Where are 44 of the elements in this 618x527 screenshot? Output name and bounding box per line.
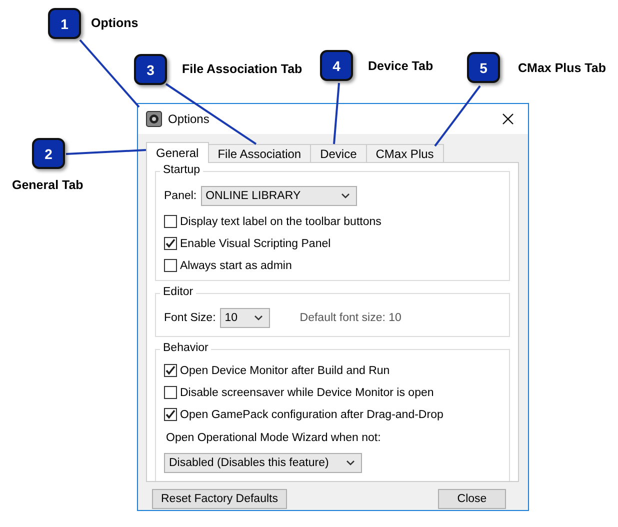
leader-line — [333, 82, 340, 144]
field-label: Open Operational Mode Wizard when not: — [166, 432, 381, 444]
callout-label: CMax Plus Tab — [518, 61, 606, 75]
checkbox-label: Enable Visual Scripting Panel — [180, 238, 331, 250]
dialog-button[interactable]: Reset Factory Defaults — [152, 489, 287, 509]
checkbox-label: Disable screensaver while Device Monitor is open — [180, 386, 434, 398]
field-label: Font Size: — [164, 312, 216, 324]
leader-line — [79, 39, 140, 108]
tab[interactable]: General — [146, 142, 209, 163]
dropdown[interactable]: Disabled (Disables this feature) — [164, 453, 362, 473]
caret-icon — [340, 193, 350, 199]
checkbox[interactable] — [164, 237, 177, 250]
callout-label: General Tab — [12, 178, 84, 192]
dialog-button[interactable]: Close — [438, 489, 506, 509]
callout-number: 3 — [134, 54, 167, 85]
callout-label: Options — [91, 16, 138, 30]
checkbox-label: Open GamePack configuration after Drag-and-Drop — [180, 408, 444, 420]
close-icon[interactable] — [502, 113, 514, 125]
checkbox[interactable] — [164, 408, 177, 421]
callout-number: 4 — [320, 50, 353, 81]
checkbox-label: Display text label on the toolbar buttons — [180, 216, 382, 228]
checkbox-label: Always start as admin — [180, 260, 292, 272]
dropdown[interactable]: 10 — [220, 308, 270, 328]
leader-line — [434, 85, 481, 147]
callout-number: 5 — [467, 52, 500, 83]
checkbox[interactable] — [164, 364, 177, 377]
checkbox[interactable] — [164, 215, 177, 228]
callout-label: Device Tab — [368, 59, 434, 73]
group-title: Editor — [160, 286, 196, 298]
hint-text: Default font size: 10 — [300, 312, 402, 324]
dropdown[interactable]: ONLINE LIBRARY — [200, 186, 357, 206]
checkbox[interactable] — [164, 386, 177, 399]
callout-label: File Association Tab — [182, 62, 302, 76]
callout-number: 1 — [48, 8, 81, 39]
checkbox[interactable] — [164, 259, 177, 272]
group-title: Startup — [160, 164, 204, 176]
callout-number: 2 — [32, 138, 65, 169]
caret-icon — [254, 315, 263, 321]
caret-icon — [346, 460, 355, 466]
checkbox-label: Open Device Monitor after Build and Run — [180, 364, 390, 376]
window-title: Options — [168, 112, 210, 126]
group-title: Behavior — [160, 342, 212, 354]
field-label: Panel: — [164, 190, 197, 202]
tab[interactable]: CMax Plus — [366, 144, 444, 162]
